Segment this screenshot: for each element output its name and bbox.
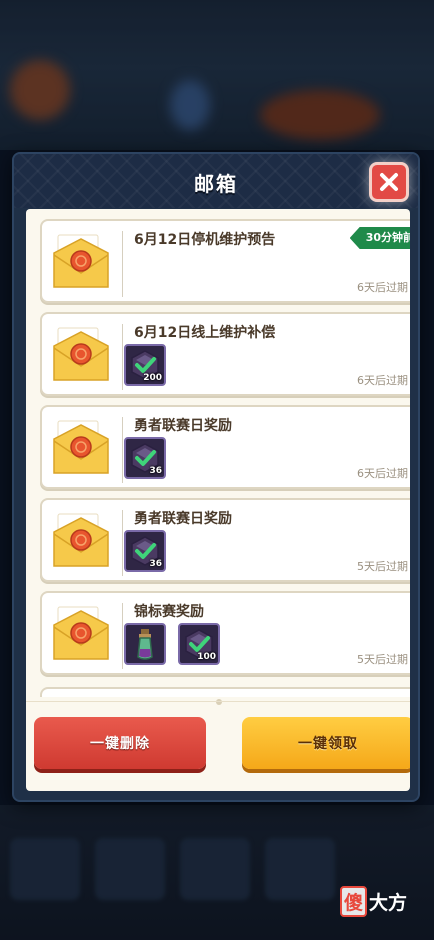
potion-bottle-icon: [137, 629, 153, 660]
watermark-mark: 傻: [340, 885, 368, 917]
envelope-icon: [53, 420, 109, 474]
next-mail-peek: [40, 687, 410, 697]
reward-item-slot[interactable]: 100: [178, 623, 220, 665]
reward-item-slot[interactable]: [124, 623, 166, 665]
mail-item[interactable]: 6月12日停机维护预告 6天后过期 30分钟前: [40, 219, 410, 303]
envelope-icon: [53, 513, 109, 567]
reward-item-count: 36: [149, 559, 162, 569]
scroll-indicator: [216, 699, 222, 705]
card-divider: [122, 603, 123, 669]
envelope-icon: [53, 234, 109, 288]
card-divider: [122, 231, 123, 297]
mail-item[interactable]: 勇者联赛日奖励 5天后过期 36: [40, 498, 410, 582]
reward-item-slot[interactable]: 36: [124, 530, 166, 572]
watermark-text: 大方: [369, 891, 408, 914]
mail-item[interactable]: 6月12日线上维护补偿 6天后过期 200: [40, 312, 410, 396]
reward-item-count: 36: [149, 466, 162, 476]
mail-title: 锦标赛奖励: [134, 604, 204, 620]
mailbox-panel: 邮箱 6月12日停机维护预告 6天后过期 30分钟前 6月12日线上维护补偿 6天后过期…: [12, 152, 420, 802]
mail-expire-text: 6天后过期: [357, 374, 408, 387]
mailbox-title: 邮箱: [194, 172, 238, 196]
close-button[interactable]: [369, 162, 409, 202]
mail-expire-text: 6天后过期: [357, 467, 408, 480]
delete-all-button[interactable]: 一键删除: [34, 717, 206, 769]
mail-expire-text: 5天后过期: [357, 560, 408, 573]
watermark: 傻 大方: [340, 885, 408, 917]
new-mail-time-badge: 30分钟前: [349, 227, 410, 249]
mail-title: 6月12日线上维护补偿: [134, 325, 276, 341]
mail-list[interactable]: 6月12日停机维护预告 6天后过期 30分钟前 6月12日线上维护补偿 6天后过期 200…: [26, 209, 410, 689]
reward-item-count: 100: [197, 652, 216, 662]
mail-expire-text: 5天后过期: [357, 653, 408, 666]
mailbox-header: 邮箱: [14, 154, 418, 208]
reward-item-count: 200: [143, 373, 162, 383]
claim-all-button[interactable]: 一键领取: [242, 717, 410, 769]
mail-list-area: 6月12日停机维护预告 6天后过期 30分钟前 6月12日线上维护补偿 6天后过期 200…: [26, 209, 410, 791]
mail-item[interactable]: 勇者联赛日奖励 6天后过期 36: [40, 405, 410, 489]
card-divider: [122, 324, 123, 390]
mail-item[interactable]: 锦标赛奖励 5天后过期 100: [40, 591, 410, 675]
close-x-icon: [380, 173, 398, 191]
mail-title: 勇者联赛日奖励: [134, 418, 232, 434]
mail-title: 6月12日停机维护预告: [134, 232, 276, 248]
card-divider: [122, 510, 123, 576]
footer-divider: [26, 701, 410, 702]
card-divider: [122, 417, 123, 483]
mail-title: 勇者联赛日奖励: [134, 511, 232, 527]
reward-item-slot[interactable]: 36: [124, 437, 166, 479]
envelope-icon: [53, 327, 109, 381]
mail-expire-text: 6天后过期: [357, 281, 408, 294]
reward-item-slot[interactable]: 200: [124, 344, 166, 386]
envelope-icon: [53, 606, 109, 660]
